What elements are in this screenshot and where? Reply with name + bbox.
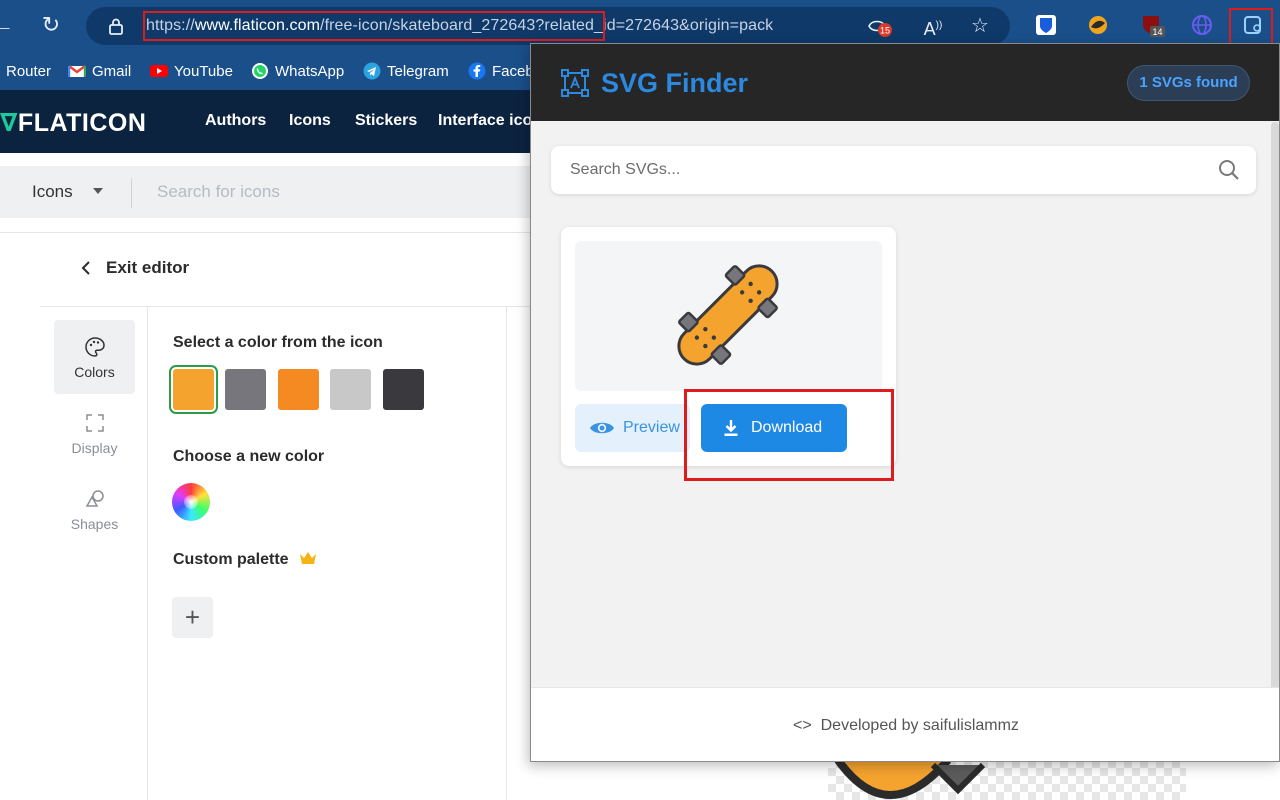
ublock-extension-icon[interactable]: 14 <box>1139 12 1165 38</box>
bookmark-gmail[interactable]: Gmail <box>68 61 131 81</box>
color-swatch[interactable] <box>330 369 371 410</box>
svg-search-input[interactable]: Search SVGs... <box>570 161 680 179</box>
bookmark-router[interactable]: Router <box>6 61 51 81</box>
crown-icon <box>300 552 317 564</box>
whatsapp-icon <box>252 63 268 79</box>
download-highlight-box <box>684 389 894 481</box>
url-highlight-box <box>143 11 605 41</box>
choose-color-title: Choose a new color <box>173 448 325 465</box>
add-palette-button[interactable]: + <box>172 597 213 638</box>
palette-icon <box>84 337 105 357</box>
popup-title: SVG Finder <box>601 68 749 98</box>
search-input[interactable]: Search for icons <box>157 182 280 202</box>
color-swatch[interactable] <box>225 369 266 410</box>
bookmark-facebook[interactable]: Faceb <box>468 61 534 81</box>
back-icon[interactable]: ← <box>0 10 18 40</box>
expand-icon <box>85 414 104 432</box>
eye-icon <box>590 422 614 434</box>
exit-editor-button[interactable]: Exit editor <box>80 258 189 278</box>
search-icon[interactable] <box>1217 158 1241 182</box>
color-wheel-picker[interactable] <box>172 483 210 521</box>
bookmark-youtube[interactable]: YouTube <box>150 61 233 81</box>
color-swatch[interactable] <box>278 369 319 410</box>
tool-colors[interactable]: Colors <box>54 320 135 394</box>
developer-credit: <> Developed by saifulislammz <box>793 717 1019 734</box>
shapes-icon <box>85 490 104 507</box>
svg-text:14: 14 <box>1152 27 1162 37</box>
caret-down-icon[interactable] <box>93 188 103 194</box>
divider <box>0 232 540 233</box>
nav-icons[interactable]: Icons <box>289 112 331 130</box>
divider <box>147 307 148 800</box>
telegram-icon <box>363 62 381 80</box>
skateboard-icon <box>677 264 779 366</box>
divider <box>40 306 540 307</box>
svg-finder-logo-icon <box>561 69 589 97</box>
divider <box>506 307 507 800</box>
gmail-icon <box>68 65 86 77</box>
svg-finder-popup: SVG Finder 1 SVGs found Search SVGs... P… <box>530 43 1280 762</box>
bitwarden-extension-icon[interactable] <box>1033 12 1059 38</box>
globe-extension-icon[interactable] <box>1189 12 1215 38</box>
flaticon-search-bar: Icons Search for icons <box>0 166 540 218</box>
tool-display[interactable]: Display <box>54 396 135 470</box>
svg-thumbnail <box>575 241 882 391</box>
lock-icon[interactable] <box>106 16 126 36</box>
read-aloud-icon[interactable]: A)) <box>921 14 945 39</box>
nav-interface-icons[interactable]: Interface ico <box>438 112 532 130</box>
select-color-title: Select a color from the icon <box>173 334 383 351</box>
youtube-icon <box>150 65 168 77</box>
nav-authors[interactable]: Authors <box>205 112 266 130</box>
svgs-found-badge: 1 SVGs found <box>1127 65 1250 101</box>
color-swatch[interactable] <box>169 365 218 414</box>
search-type-select[interactable]: Icons <box>32 182 73 202</box>
popup-scrollbar[interactable] <box>1271 122 1279 694</box>
tool-shapes[interactable]: Shapes <box>54 472 135 546</box>
bookmark-telegram[interactable]: Telegram <box>363 61 449 81</box>
tracking-prevention-icon[interactable]: 15 <box>866 14 892 38</box>
svg-search-bar[interactable]: Search SVGs... <box>551 146 1256 194</box>
code-icon: <> <box>793 717 812 734</box>
popup-footer: <> Developed by saifulislammz <box>531 687 1279 761</box>
facebook-icon <box>468 62 486 80</box>
icon-preview-canvas <box>828 760 1186 800</box>
nav-stickers[interactable]: Stickers <box>355 112 417 130</box>
bookmark-whatsapp[interactable]: WhatsApp <box>251 61 344 81</box>
divider <box>131 178 132 208</box>
favorite-star-icon[interactable]: ☆ <box>968 14 992 38</box>
svg-text:15: 15 <box>880 26 890 36</box>
popup-header: SVG Finder 1 SVGs found <box>531 44 1279 121</box>
refresh-icon[interactable]: ↻ <box>36 10 66 40</box>
flaticon-logo[interactable]: ∇FLATICON <box>0 108 146 138</box>
custom-palette-title: Custom palette <box>173 551 317 569</box>
chevron-left-icon <box>81 261 90 275</box>
preview-button[interactable]: Preview <box>575 404 690 452</box>
skateboard-preview-fragment <box>834 760 986 799</box>
color-swatch[interactable] <box>383 369 424 410</box>
extension-icon[interactable] <box>1085 12 1111 38</box>
